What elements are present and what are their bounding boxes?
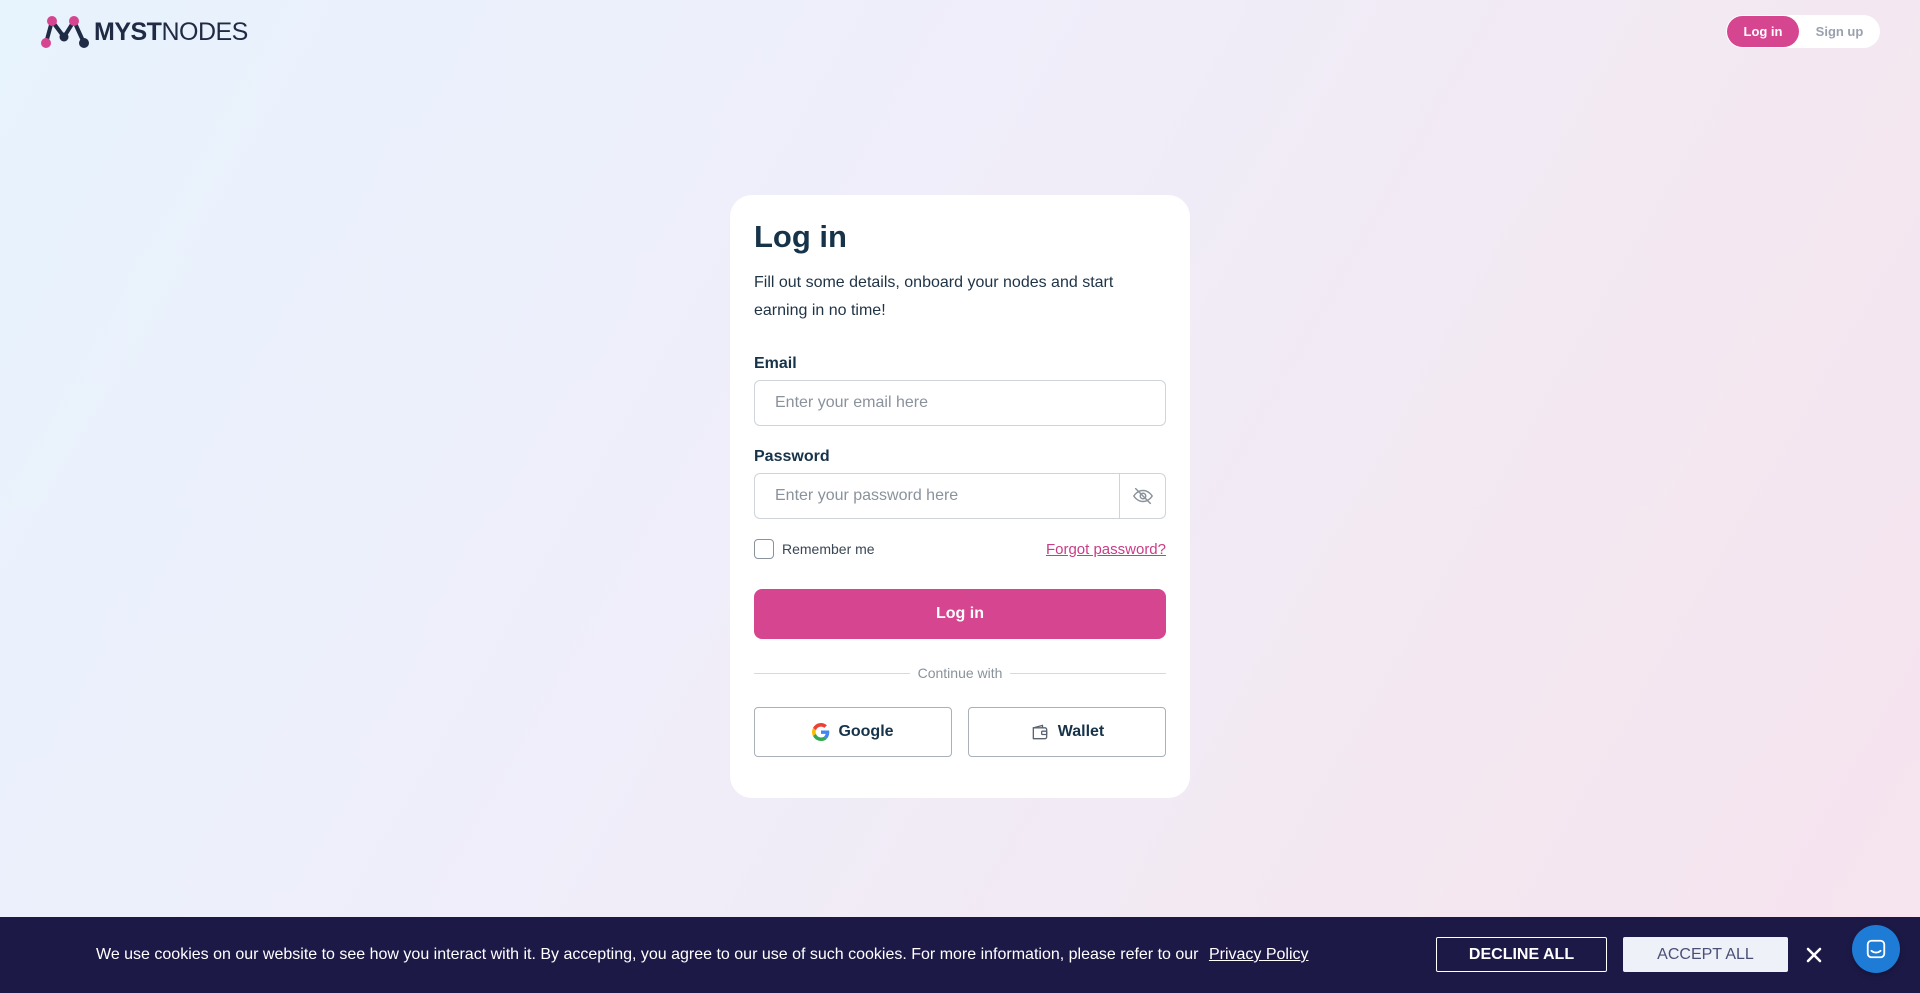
close-icon [1806,947,1822,963]
login-subtitle: Fill out some details, onboard your node… [754,274,1114,319]
close-cookie-bar-button[interactable] [1803,944,1825,966]
header-login-button[interactable]: Log in [1727,16,1799,47]
wallet-login-button[interactable]: Wallet [968,707,1166,757]
google-login-button[interactable]: Google [754,707,952,757]
password-field-wrapper [754,473,1166,519]
cookie-message: We use cookies on our website to see how… [96,946,1309,964]
remember-me-checkbox[interactable] [754,539,774,559]
logo-text-light: NODES [161,17,248,46]
login-submit-button[interactable]: Log in [754,589,1166,639]
google-icon [812,723,830,741]
header-signup-button[interactable]: Sign up [1799,16,1880,47]
remember-me-label: Remember me [782,541,875,557]
email-input[interactable] [755,381,1165,425]
password-label: Password [754,448,830,465]
email-label: Email [754,355,797,372]
wallet-icon [1032,724,1048,740]
wallet-button-label: Wallet [1057,723,1105,740]
google-button-label: Google [838,723,894,740]
divider-text: Continue with [917,665,1003,681]
remember-me[interactable]: Remember me [754,539,875,559]
social-login-row: Google Wallet [754,707,1166,757]
cookie-message-text: We use cookies on our website to see how… [96,946,1199,963]
decline-all-button[interactable]: DECLINE ALL [1436,937,1607,972]
remember-forgot-row: Remember me Forgot password? [754,539,1166,559]
email-field-wrapper [754,380,1166,426]
divider-line-right [1010,672,1167,674]
login-card: Log in Fill out some details, onboard yo… [730,195,1190,798]
continue-with-divider: Continue with [754,665,1167,681]
password-input[interactable] [755,474,1119,518]
accept-all-button[interactable]: ACCEPT ALL [1623,937,1788,972]
privacy-policy-link[interactable]: Privacy Policy [1209,946,1309,963]
auth-toggle: Log in Sign up [1726,15,1880,48]
mystnodes-logo-icon [41,16,89,48]
divider-line-left [754,672,910,674]
password-visibility-toggle[interactable] [1119,474,1165,518]
logo-text-bold: MYST [94,17,162,46]
chat-icon [1866,939,1886,959]
chat-launcher-button[interactable] [1852,925,1900,973]
logo-wordmark: MYSTNODES [94,18,248,47]
forgot-password-link[interactable]: Forgot password? [1046,541,1166,558]
login-title: Log in [754,219,847,254]
eye-off-icon [1132,487,1153,505]
cookie-consent-bar: We use cookies on our website to see how… [0,917,1920,993]
mystnodes-logo[interactable]: MYSTNODES [40,15,248,49]
